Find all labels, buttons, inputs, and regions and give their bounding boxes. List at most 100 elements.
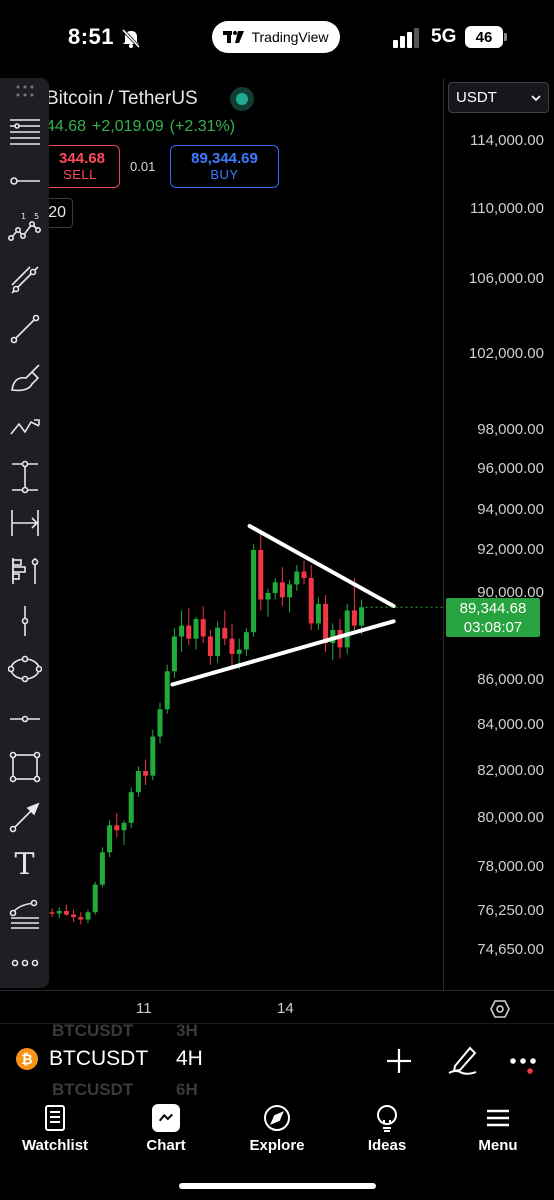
buy-button[interactable]: 89,344.69 BUY [170,145,279,188]
buy-label: BUY [210,167,239,182]
fib-icon [9,899,39,929]
nav-ideas[interactable]: Ideas [342,1103,432,1154]
price-axis-label: 80,000.00 [477,809,544,826]
compass-icon [264,1105,290,1131]
candle [308,565,314,630]
price-note-tool[interactable] [6,602,43,639]
long-position-tool[interactable] [6,552,43,589]
symbol-bar: BTCUSDT 3H BTCUSDT 6H ₿ BTCUSDT 4H [0,1021,554,1099]
time-axis-border [0,990,554,991]
pen-drawing-icon[interactable] [446,1042,480,1076]
elliott-wave-icon: 1 5 [7,212,41,241]
candle [265,588,271,617]
candle [330,623,336,661]
price-axis-label: 84,000.00 [477,716,544,733]
candle [272,577,278,600]
candle [193,616,199,650]
vertical-range-tool[interactable] [6,458,43,495]
battery-level: 46 [465,26,503,48]
home-indicator [179,1183,376,1189]
brush-tool[interactable] [6,360,43,397]
candle [56,907,62,919]
candle [164,664,170,714]
rectangle-tool[interactable] [6,748,43,785]
candle [207,629,213,665]
vertical-range-icon [11,460,38,493]
market-open-indicator [230,87,254,111]
symbol-title[interactable]: Bitcoin / TetherUS [46,88,198,110]
candle [63,904,69,916]
elliott-wave-tool[interactable]: 1 5 [6,208,43,245]
last-value: 44.68 [46,118,87,135]
zigzag-icon [9,418,40,434]
fib-tool[interactable] [6,896,43,933]
more-options-icon[interactable] [506,1044,540,1078]
date-range-icon [10,509,39,536]
change-percent: (+2.31%) [169,118,236,135]
wave-number: 1 [21,212,26,221]
ghost-prev-symbol: BTCUSDT [52,1021,134,1040]
text-tool[interactable]: T [6,846,43,883]
candle [150,729,156,781]
chevron-down-icon [531,94,541,101]
candle [49,908,55,918]
candle [279,567,285,607]
horizontal-lines-icon [9,118,40,145]
horizontal-line-icon [9,715,40,722]
ellipse-tool[interactable] [6,650,43,687]
trend-line-icon [10,265,39,294]
trend-line-tool[interactable] [6,261,43,298]
chart-area[interactable]: Bitcoin / TetherUS 44.68 +2,019.09 (+2.31%… [0,78,554,1023]
nav-explore[interactable]: Explore [232,1103,322,1154]
candle [92,882,98,915]
candle [121,820,127,845]
candle [107,820,113,858]
status-time: 8:51 [68,24,115,49]
long-position-icon [11,557,38,584]
candlestick-chart[interactable] [0,78,554,1023]
nav-menu[interactable]: Menu [453,1103,543,1154]
currency-select[interactable]: USDT [448,82,549,113]
brush-icon [10,363,40,391]
zigzag-tool[interactable] [6,408,43,445]
nav-label: Chart [146,1137,186,1154]
nav-watchlist[interactable]: Watchlist [10,1103,100,1154]
ellipse-icon [7,655,42,682]
symbol-selector[interactable]: BTCUSDT [49,1047,148,1071]
price-axis-label: 102,000.00 [468,345,544,362]
candle [251,544,257,637]
ghost-prev-interval: 3H [176,1021,198,1040]
date-range-tool[interactable] [6,504,43,541]
grip-icon[interactable] [15,84,35,98]
candle [78,912,84,925]
nav-label: Watchlist [21,1137,89,1154]
nav-chart[interactable]: Chart [121,1103,211,1154]
price-axis-border [443,78,444,990]
plus-icon[interactable] [382,1044,416,1078]
candle-countdown: 03:08:07 [463,619,523,636]
more-tools[interactable] [6,944,43,981]
horizontal-ray-tool[interactable] [6,162,43,199]
candle [71,909,77,922]
interval-selector[interactable]: 4H [176,1047,203,1071]
price-axis-label: 96,000.00 [477,460,544,477]
spread-value: 0.01 [130,159,156,174]
candle [258,534,264,611]
chart-settings-icon[interactable] [490,999,510,1019]
more-icon [11,959,38,966]
line-tool[interactable] [6,310,43,347]
horizontal-lines-tool[interactable] [6,112,43,149]
candle [128,787,134,828]
buy-price: 89,344.69 [191,150,258,167]
horizontal-line-tool[interactable] [6,700,43,737]
bitcoin-icon: ₿ [16,1048,38,1070]
tradingview-pill[interactable]: TradingView [212,21,340,53]
watchlist-icon [45,1105,65,1131]
trendline-annotation[interactable] [247,524,396,609]
bulb-icon [377,1105,397,1132]
price-axis-label: 78,000.00 [477,858,544,875]
network-type: 5G [431,26,457,47]
last-price-tag: 89,344.68 03:08:07 [446,598,540,637]
arrow-tool[interactable] [6,798,43,835]
price-axis-label: 76,250.00 [477,902,544,919]
